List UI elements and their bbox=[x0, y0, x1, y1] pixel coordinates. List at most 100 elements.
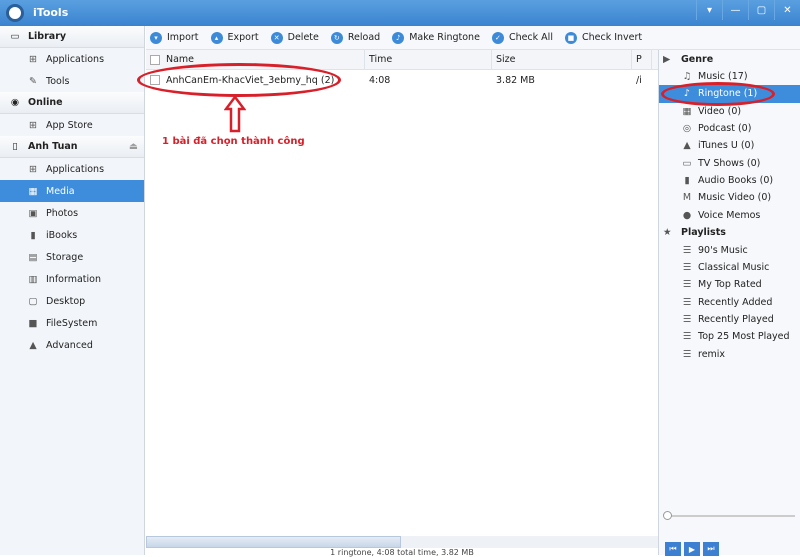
list-icon: ☰ bbox=[682, 296, 692, 308]
playlist-item[interactable]: ☰ Classical Music bbox=[659, 259, 800, 276]
column-time[interactable]: Time bbox=[365, 49, 492, 70]
list-icon: ☰ bbox=[682, 279, 692, 291]
playlists-header: ★ Playlists bbox=[663, 227, 726, 239]
grid-icon: ⊞ bbox=[29, 163, 37, 175]
up-arrow-annotation bbox=[224, 95, 246, 133]
tv-icon: ▭ bbox=[682, 157, 692, 169]
horizontal-scrollbar[interactable] bbox=[146, 536, 658, 548]
itools-logo bbox=[6, 4, 24, 22]
playlist-item[interactable]: ☰ remix bbox=[659, 345, 800, 362]
status-bar: 1 ringtone, 4:08 total time, 3.82 MB bbox=[330, 548, 474, 557]
sidebar-item-media[interactable]: ▦ Media bbox=[0, 180, 144, 202]
play-button[interactable]: ▶ bbox=[684, 542, 700, 556]
microphone-icon: ● bbox=[682, 209, 692, 221]
column-path[interactable]: P bbox=[632, 49, 652, 70]
minimize-button[interactable]: — bbox=[722, 0, 748, 20]
list-icon: ☰ bbox=[682, 331, 692, 343]
app-title: iTools bbox=[33, 6, 69, 19]
playlist-item[interactable]: ☰ Recently Played bbox=[659, 311, 800, 328]
delete-icon: ✕ bbox=[270, 31, 283, 44]
list-icon: ☰ bbox=[682, 244, 692, 256]
flask-icon: ▲ bbox=[29, 339, 37, 351]
import-button[interactable]: ▾ Import bbox=[150, 31, 199, 44]
sidebar-item-applications[interactable]: ⊞ Applications bbox=[0, 48, 144, 70]
sidebar: ▭ Library ⊞ Applications ✎ Tools ◉ Online ⊞ A… bbox=[0, 26, 145, 555]
genre-music-video[interactable]: M Music Video (0) bbox=[659, 189, 800, 206]
export-button[interactable]: ▴ Export bbox=[210, 31, 259, 44]
grid-icon: ⊞ bbox=[29, 53, 37, 65]
maximize-button[interactable]: ▢ bbox=[748, 0, 774, 20]
make-ringtone-button[interactable]: ♪ Make Ringtone bbox=[392, 31, 480, 44]
video-icon: ▦ bbox=[682, 105, 692, 117]
podcast-icon: ◎ bbox=[682, 123, 692, 135]
storage-icon: ▤ bbox=[28, 251, 38, 263]
list-icon: ☰ bbox=[682, 348, 692, 360]
reload-button[interactable]: ↻ Reload bbox=[330, 31, 380, 44]
list-icon: ☰ bbox=[682, 314, 692, 325]
column-size[interactable]: Size bbox=[492, 49, 632, 70]
playlist-item[interactable]: ☰ Recently Added bbox=[659, 294, 800, 311]
previous-button[interactable]: ⏮ bbox=[665, 542, 681, 556]
book-icon: ▮ bbox=[30, 229, 36, 241]
playlist-item[interactable]: ☰ Top 25 Most Played bbox=[659, 328, 800, 345]
import-icon: ▾ bbox=[150, 31, 162, 44]
book-icon: ▮ bbox=[684, 174, 690, 186]
check-icon: ✓ bbox=[491, 31, 504, 44]
export-icon: ▴ bbox=[210, 31, 223, 44]
film-icon: ▦ bbox=[28, 185, 38, 197]
highlight-oval bbox=[137, 63, 341, 97]
sidebar-item-app-store[interactable]: ⊞ App Store bbox=[0, 114, 144, 136]
genre-podcast[interactable]: ◎ Podcast (0) bbox=[659, 120, 800, 137]
list-icon: ☰ bbox=[682, 262, 692, 274]
check-all-button[interactable]: ✓ Check All bbox=[491, 31, 553, 44]
genre-voice-memos[interactable]: ● Voice Memos bbox=[659, 206, 800, 223]
sidebar-item-device-applications[interactable]: ⊞ Applications bbox=[0, 158, 144, 180]
sidebar-item-filesystem[interactable]: ■ FileSystem bbox=[0, 312, 144, 334]
sidebar-item-photos[interactable]: ▣ Photos bbox=[0, 202, 144, 224]
section-online[interactable]: ◉ Online bbox=[0, 92, 144, 114]
bell-icon: ♪ bbox=[392, 31, 405, 44]
check-invert-button[interactable]: ■ Check Invert bbox=[564, 31, 642, 44]
title-bar: iTools ▾ — ▢ ✕ bbox=[0, 0, 800, 26]
eject-icon[interactable]: ⏏ bbox=[129, 141, 138, 152]
wrench-icon: ✎ bbox=[29, 75, 37, 87]
genre-audio-books[interactable]: ▮ Audio Books (0) bbox=[659, 172, 800, 189]
progress-slider[interactable] bbox=[663, 511, 795, 520]
sidebar-item-advanced[interactable]: ▲ Advanced bbox=[0, 334, 144, 356]
section-library[interactable]: ▭ Library bbox=[0, 26, 144, 48]
folder-icon: ■ bbox=[28, 317, 38, 329]
grid-icon: ⊞ bbox=[29, 119, 37, 131]
close-button[interactable]: ✕ bbox=[774, 0, 800, 20]
scrollbar-thumb[interactable] bbox=[146, 536, 401, 548]
sidebar-item-information[interactable]: ▥ Information bbox=[0, 268, 144, 290]
delete-button[interactable]: ✕ Delete bbox=[270, 31, 319, 44]
next-button[interactable]: ⏭ bbox=[703, 542, 719, 556]
invert-icon: ■ bbox=[564, 31, 577, 44]
sidebar-item-storage[interactable]: ▤ Storage bbox=[0, 246, 144, 268]
playlist-item[interactable]: ☰ 90's Music bbox=[659, 242, 800, 259]
media-table: Name Time Size P AnhCanEm-KhacViet_3ebmy… bbox=[146, 49, 658, 555]
music-video-icon: M bbox=[682, 192, 692, 204]
select-all-checkbox[interactable] bbox=[150, 54, 160, 65]
desktop-icon: ▢ bbox=[28, 295, 38, 307]
toolbar: ▾ Import ▴ Export ✕ Delete ↻ Reload ♪ Make Ri… bbox=[146, 26, 800, 50]
section-device[interactable]: ▯ Anh Tuan ⏏ bbox=[0, 136, 144, 158]
genre-itunes-u[interactable]: ▲ iTunes U (0) bbox=[659, 137, 800, 154]
genre-tv-shows[interactable]: ▭ TV Shows (0) bbox=[659, 154, 800, 171]
playlist-item[interactable]: ☰ My Top Rated bbox=[659, 276, 800, 293]
graduation-icon: ▲ bbox=[683, 140, 691, 152]
globe-icon: ◉ bbox=[10, 97, 20, 108]
annotation-text: 1 bài đã chọn thành công bbox=[162, 136, 305, 147]
photo-icon: ▣ bbox=[28, 207, 38, 219]
star-icon: ★ bbox=[663, 227, 672, 239]
sidebar-item-tools[interactable]: ✎ Tools bbox=[0, 70, 144, 92]
highlight-oval-ringtone bbox=[661, 82, 775, 106]
info-icon: ▥ bbox=[28, 273, 38, 285]
genre-panel: ▶ Genre ♫ Music (17) ♪ Ringtone (1) ▦ Video … bbox=[658, 50, 800, 556]
slider-knob[interactable] bbox=[663, 511, 672, 520]
play-box-icon: ▶ bbox=[663, 53, 671, 65]
sidebar-item-desktop[interactable]: ▢ Desktop bbox=[0, 290, 144, 312]
menu-button[interactable]: ▾ bbox=[696, 0, 722, 20]
sidebar-item-ibooks[interactable]: ▮ iBooks bbox=[0, 224, 144, 246]
reload-icon: ↻ bbox=[330, 31, 343, 44]
